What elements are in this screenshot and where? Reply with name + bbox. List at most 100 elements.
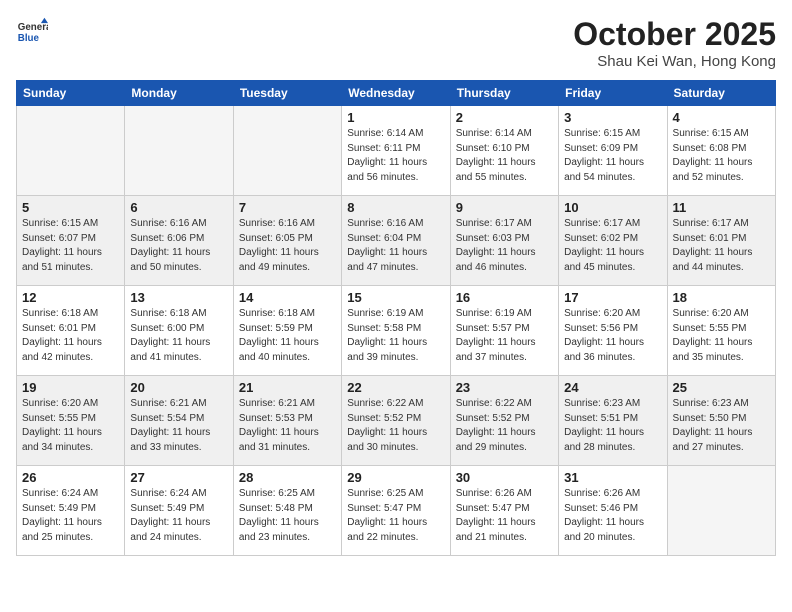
weekday-header: Monday xyxy=(125,81,233,106)
calendar-cell: 27 Sunrise: 6:24 AMSunset: 5:49 PMDayligh… xyxy=(125,466,233,556)
day-info: Sunrise: 6:15 AMSunset: 6:08 PMDaylight:… xyxy=(673,127,770,185)
day-info: Sunrise: 6:19 AMSunset: 5:58 PMDaylight:… xyxy=(347,307,444,365)
calendar-cell: 26 Sunrise: 6:24 AMSunset: 5:49 PMDayligh… xyxy=(17,466,125,556)
day-info: Sunrise: 6:14 AMSunset: 6:10 PMDaylight:… xyxy=(456,127,553,185)
day-number: 5 xyxy=(22,200,119,215)
day-info: Sunrise: 6:16 AMSunset: 6:05 PMDaylight:… xyxy=(239,217,336,275)
calendar-cell: 28 Sunrise: 6:25 AMSunset: 5:48 PMDayligh… xyxy=(233,466,341,556)
calendar-cell: 13 Sunrise: 6:18 AMSunset: 6:00 PMDayligh… xyxy=(125,286,233,376)
weekday-header: Wednesday xyxy=(342,81,450,106)
calendar-cell: 7 Sunrise: 6:16 AMSunset: 6:05 PMDaylight… xyxy=(233,196,341,286)
title-area: October 2025 Shau Kei Wan, Hong Kong xyxy=(573,16,776,70)
calendar-cell: 4 Sunrise: 6:15 AMSunset: 6:08 PMDaylight… xyxy=(667,106,775,196)
day-number: 30 xyxy=(456,470,553,485)
logo-icon: General Blue xyxy=(16,16,48,48)
day-info: Sunrise: 6:22 AMSunset: 5:52 PMDaylight:… xyxy=(456,397,553,455)
day-info: Sunrise: 6:17 AMSunset: 6:01 PMDaylight:… xyxy=(673,217,770,275)
calendar-cell: 1Sunrise: 6:14 AMSunset: 6:11 PMDaylight… xyxy=(342,106,450,196)
day-number: 13 xyxy=(130,290,227,305)
calendar-cell xyxy=(17,106,125,196)
day-number: 9 xyxy=(456,200,553,215)
calendar-cell: 6 Sunrise: 6:16 AMSunset: 6:06 PMDaylight… xyxy=(125,196,233,286)
calendar: SundayMondayTuesdayWednesdayThursdayFrid… xyxy=(16,80,776,556)
day-info: Sunrise: 6:24 AMSunset: 5:49 PMDaylight:… xyxy=(130,487,227,545)
calendar-cell: 15 Sunrise: 6:19 AMSunset: 5:58 PMDayligh… xyxy=(342,286,450,376)
day-number: 7 xyxy=(239,200,336,215)
calendar-cell: 8Sunrise: 6:16 AMSunset: 6:04 PMDaylight… xyxy=(342,196,450,286)
day-number: 16 xyxy=(456,290,553,305)
day-info: Sunrise: 6:20 AMSunset: 5:55 PMDaylight:… xyxy=(22,397,119,455)
calendar-cell: 3Sunrise: 6:15 AMSunset: 6:09 PMDaylight… xyxy=(559,106,667,196)
day-number: 17 xyxy=(564,290,661,305)
day-number: 22 xyxy=(347,380,444,395)
day-number: 27 xyxy=(130,470,227,485)
day-info: Sunrise: 6:17 AMSunset: 6:02 PMDaylight:… xyxy=(564,217,661,275)
weekday-header-row: SundayMondayTuesdayWednesdayThursdayFrid… xyxy=(17,81,776,106)
day-info: Sunrise: 6:23 AMSunset: 5:50 PMDaylight:… xyxy=(673,397,770,455)
weekday-header: Sunday xyxy=(17,81,125,106)
day-number: 18 xyxy=(673,290,770,305)
day-info: Sunrise: 6:25 AMSunset: 5:47 PMDaylight:… xyxy=(347,487,444,545)
calendar-cell: 23 Sunrise: 6:22 AMSunset: 5:52 PMDayligh… xyxy=(450,376,558,466)
calendar-cell: 25 Sunrise: 6:23 AMSunset: 5:50 PMDayligh… xyxy=(667,376,775,466)
calendar-cell: 29 Sunrise: 6:25 AMSunset: 5:47 PMDayligh… xyxy=(342,466,450,556)
day-info: Sunrise: 6:15 AMSunset: 6:09 PMDaylight:… xyxy=(564,127,661,185)
day-number: 12 xyxy=(22,290,119,305)
day-info: Sunrise: 6:25 AMSunset: 5:48 PMDaylight:… xyxy=(239,487,336,545)
calendar-cell: 20Sunrise: 6:21 AMSunset: 5:54 PMDayligh… xyxy=(125,376,233,466)
calendar-week-row: 19 Sunrise: 6:20 AMSunset: 5:55 PMDayligh… xyxy=(17,376,776,466)
day-number: 29 xyxy=(347,470,444,485)
day-info: Sunrise: 6:20 AMSunset: 5:56 PMDaylight:… xyxy=(564,307,661,365)
day-info: Sunrise: 6:21 AMSunset: 5:54 PMDaylight:… xyxy=(130,397,227,455)
location-subtitle: Shau Kei Wan, Hong Kong xyxy=(573,53,776,70)
day-number: 14 xyxy=(239,290,336,305)
calendar-week-row: 5 Sunrise: 6:15 AMSunset: 6:07 PMDaylight… xyxy=(17,196,776,286)
day-number: 11 xyxy=(673,200,770,215)
svg-text:Blue: Blue xyxy=(18,33,40,44)
day-number: 4 xyxy=(673,110,770,125)
day-number: 6 xyxy=(130,200,227,215)
calendar-cell: 14Sunrise: 6:18 AMSunset: 5:59 PMDayligh… xyxy=(233,286,341,376)
calendar-week-row: 12 Sunrise: 6:18 AMSunset: 6:01 PMDayligh… xyxy=(17,286,776,376)
day-info: Sunrise: 6:26 AMSunset: 5:47 PMDaylight:… xyxy=(456,487,553,545)
calendar-cell: 5 Sunrise: 6:15 AMSunset: 6:07 PMDaylight… xyxy=(17,196,125,286)
day-info: Sunrise: 6:20 AMSunset: 5:55 PMDaylight:… xyxy=(673,307,770,365)
weekday-header: Tuesday xyxy=(233,81,341,106)
logo: General Blue xyxy=(16,16,48,48)
header: General Blue October 2025 Shau Kei Wan, … xyxy=(16,16,776,70)
day-number: 23 xyxy=(456,380,553,395)
day-info: Sunrise: 6:15 AMSunset: 6:07 PMDaylight:… xyxy=(22,217,119,275)
day-number: 10 xyxy=(564,200,661,215)
day-info: Sunrise: 6:24 AMSunset: 5:49 PMDaylight:… xyxy=(22,487,119,545)
day-info: Sunrise: 6:26 AMSunset: 5:46 PMDaylight:… xyxy=(564,487,661,545)
weekday-header: Friday xyxy=(559,81,667,106)
calendar-cell: 11 Sunrise: 6:17 AMSunset: 6:01 PMDayligh… xyxy=(667,196,775,286)
day-number: 19 xyxy=(22,380,119,395)
month-title: October 2025 xyxy=(573,16,776,53)
day-number: 15 xyxy=(347,290,444,305)
calendar-cell: 21 Sunrise: 6:21 AMSunset: 5:53 PMDayligh… xyxy=(233,376,341,466)
day-info: Sunrise: 6:19 AMSunset: 5:57 PMDaylight:… xyxy=(456,307,553,365)
day-number: 26 xyxy=(22,470,119,485)
day-number: 2 xyxy=(456,110,553,125)
day-info: Sunrise: 6:21 AMSunset: 5:53 PMDaylight:… xyxy=(239,397,336,455)
day-info: Sunrise: 6:16 AMSunset: 6:06 PMDaylight:… xyxy=(130,217,227,275)
day-info: Sunrise: 6:17 AMSunset: 6:03 PMDaylight:… xyxy=(456,217,553,275)
weekday-header: Thursday xyxy=(450,81,558,106)
day-number: 28 xyxy=(239,470,336,485)
calendar-cell: 30 Sunrise: 6:26 AMSunset: 5:47 PMDayligh… xyxy=(450,466,558,556)
day-number: 21 xyxy=(239,380,336,395)
day-number: 25 xyxy=(673,380,770,395)
calendar-cell: 16 Sunrise: 6:19 AMSunset: 5:57 PMDayligh… xyxy=(450,286,558,376)
day-info: Sunrise: 6:18 AMSunset: 6:01 PMDaylight:… xyxy=(22,307,119,365)
calendar-cell: 24Sunrise: 6:23 AMSunset: 5:51 PMDayligh… xyxy=(559,376,667,466)
calendar-cell: 2 Sunrise: 6:14 AMSunset: 6:10 PMDaylight… xyxy=(450,106,558,196)
calendar-cell: 31Sunrise: 6:26 AMSunset: 5:46 PMDayligh… xyxy=(559,466,667,556)
calendar-week-row: 26 Sunrise: 6:24 AMSunset: 5:49 PMDayligh… xyxy=(17,466,776,556)
calendar-cell xyxy=(125,106,233,196)
day-info: Sunrise: 6:18 AMSunset: 6:00 PMDaylight:… xyxy=(130,307,227,365)
calendar-week-row: 1Sunrise: 6:14 AMSunset: 6:11 PMDaylight… xyxy=(17,106,776,196)
calendar-cell xyxy=(667,466,775,556)
day-info: Sunrise: 6:23 AMSunset: 5:51 PMDaylight:… xyxy=(564,397,661,455)
calendar-cell xyxy=(233,106,341,196)
